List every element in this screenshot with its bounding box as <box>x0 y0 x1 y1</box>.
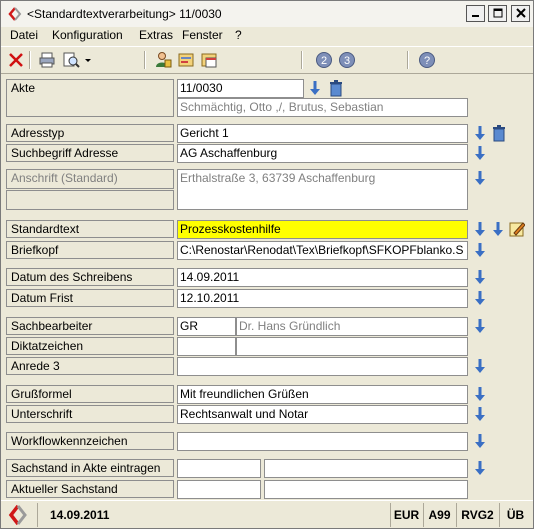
anrede-dropdown-icon[interactable] <box>472 357 488 375</box>
grussformel-input[interactable]: Mit freundlichen Grüßen <box>177 385 468 404</box>
minimize-button[interactable] <box>466 5 485 22</box>
workflow-dropdown-icon[interactable] <box>472 432 488 450</box>
svg-text:3: 3 <box>344 55 350 67</box>
help-icon[interactable]: ? <box>418 51 436 69</box>
status-a99: A99 <box>423 503 455 527</box>
status-ub: ÜB <box>499 503 531 527</box>
grussformel-dropdown-icon[interactable] <box>472 385 488 403</box>
menu-help[interactable]: ? <box>235 28 242 42</box>
datum-frist-label: Datum Frist <box>6 289 174 307</box>
datum-schreiben-dropdown-icon[interactable] <box>472 268 488 286</box>
adresstyp-label: Adresstyp <box>6 124 174 142</box>
circle-3-icon[interactable]: 3 <box>338 51 356 69</box>
anschrift-label: Anschrift (Standard) <box>6 169 174 189</box>
main-window: <Standardtextverarbeitung> 11/0030 Datei… <box>0 0 534 529</box>
unterschrift-dropdown-icon[interactable] <box>472 405 488 423</box>
close-button[interactable] <box>511 5 530 22</box>
menu-datei[interactable]: Datei <box>10 28 38 42</box>
standardtext-label: Standardtext <box>6 220 174 238</box>
aktueller-sachstand-input[interactable] <box>177 480 261 499</box>
status-date: 14.09.2011 <box>37 503 387 527</box>
person-icon[interactable] <box>154 51 172 69</box>
sachbearbeiter-label: Sachbearbeiter <box>6 317 174 335</box>
suchbegriff-dropdown-icon[interactable] <box>472 144 488 162</box>
circle-2-icon[interactable]: 2 <box>315 51 333 69</box>
akte-input[interactable]: 11/0030 <box>177 79 304 98</box>
close-icon <box>515 8 526 18</box>
datum-schreiben-input[interactable]: 14.09.2011 <box>177 268 468 287</box>
chevron-down-icon[interactable] <box>82 51 94 69</box>
toolbar-separator <box>407 51 409 69</box>
svg-text:2: 2 <box>321 55 327 67</box>
sachbearbeiter-name-field: Dr. Hans Gründlich <box>236 317 468 336</box>
aktueller-sachstand-text-field <box>264 480 468 499</box>
edit-icon[interactable] <box>509 220 525 238</box>
toolbar-separator <box>301 51 303 69</box>
diktatzeichen-extra-field[interactable] <box>236 337 468 356</box>
anschrift-field: Erthalstraße 3, 63739 Aschaffenburg <box>177 169 468 210</box>
print-preview-icon[interactable] <box>62 51 80 69</box>
standardtext-dropdown-icon[interactable] <box>472 220 488 238</box>
briefkopf-dropdown-icon[interactable] <box>472 241 488 259</box>
sachstand-eintragen-input[interactable] <box>177 459 261 478</box>
aktueller-sachstand-label: Aktueller Sachstand <box>6 480 174 498</box>
suchbegriff-label: Suchbegriff Adresse <box>6 144 174 162</box>
suchbegriff-input[interactable]: AG Aschaffenburg <box>177 144 468 163</box>
datum-frist-input[interactable]: 12.10.2011 <box>177 289 468 308</box>
diktatzeichen-input[interactable] <box>177 337 236 356</box>
sachbearbeiter-dropdown-icon[interactable] <box>472 317 488 335</box>
anschrift-label-spacer <box>6 190 174 210</box>
workflow-input[interactable] <box>177 432 468 451</box>
akte-parties-field: Schmächtig, Otto ,/, Brutus, Sebastian <box>177 98 468 117</box>
app-logo-icon <box>8 504 27 526</box>
status-bar: 14.09.2011 EUR A99 RVG2 ÜB <box>1 500 533 529</box>
sachstand-eintragen-dropdown-icon[interactable] <box>472 459 488 477</box>
window-title: <Standardtextverarbeitung> 11/0030 <box>27 7 222 21</box>
standardtext-input[interactable]: Prozesskostenhilfe <box>177 220 468 239</box>
anschrift-dropdown-icon[interactable] <box>472 169 488 187</box>
maximize-button[interactable] <box>488 5 507 22</box>
sachbearbeiter-code-input[interactable]: GR <box>177 317 236 336</box>
unterschrift-input[interactable]: Rechtsanwalt und Notar <box>177 405 468 424</box>
menu-fenster[interactable]: Fenster <box>182 28 223 42</box>
anrede-label: Anrede 3 <box>6 357 174 375</box>
document-icon[interactable] <box>177 51 195 69</box>
sachstand-eintragen-text-field[interactable] <box>264 459 468 478</box>
maximize-icon <box>493 8 502 18</box>
status-rvg: RVG2 <box>456 503 498 527</box>
diktatzeichen-label: Diktatzeichen <box>6 337 174 355</box>
datum-frist-dropdown-icon[interactable] <box>472 289 488 307</box>
datum-schreiben-label: Datum des Schreibens <box>6 268 174 286</box>
svg-text:?: ? <box>424 55 430 67</box>
briefkopf-input[interactable]: C:\Renostar\Renodat\Tex\Briefkopf\SFKOPF… <box>177 241 468 260</box>
akte-trash-icon[interactable] <box>328 79 344 97</box>
workflow-label: Workflowkennzeichen <box>6 432 174 450</box>
briefkopf-label: Briefkopf <box>6 241 174 259</box>
grussformel-label: Grußformel <box>6 385 174 403</box>
document-calendar-icon[interactable] <box>200 51 218 69</box>
akte-label: Akte <box>6 79 174 117</box>
sachstand-eintragen-label: Sachstand in Akte eintragen <box>6 459 174 477</box>
anrede-input[interactable] <box>177 357 468 376</box>
app-logo-icon <box>8 7 22 21</box>
toolbar: 2 3 ? <box>1 46 533 74</box>
standardtext-dropdown-alt-icon[interactable] <box>490 220 506 238</box>
status-currency: EUR <box>390 503 422 527</box>
menu-extras[interactable]: Extras <box>139 28 173 42</box>
adresstyp-trash-icon[interactable] <box>491 124 507 142</box>
akte-dropdown-icon[interactable] <box>307 79 323 97</box>
minimize-icon <box>471 15 479 17</box>
title-bar: <Standardtextverarbeitung> 11/0030 <box>1 1 533 27</box>
toolbar-separator <box>144 51 146 69</box>
adresstyp-input[interactable]: Gericht 1 <box>177 124 468 143</box>
adresstyp-dropdown-icon[interactable] <box>472 124 488 142</box>
menu-konfiguration[interactable]: Konfiguration <box>52 28 123 42</box>
delete-x-icon[interactable] <box>7 51 25 69</box>
menu-bar: Datei Konfiguration Extras Fenster ? <box>1 27 533 45</box>
print-icon[interactable] <box>38 51 56 69</box>
toolbar-separator <box>29 51 31 69</box>
unterschrift-label: Unterschrift <box>6 405 174 423</box>
